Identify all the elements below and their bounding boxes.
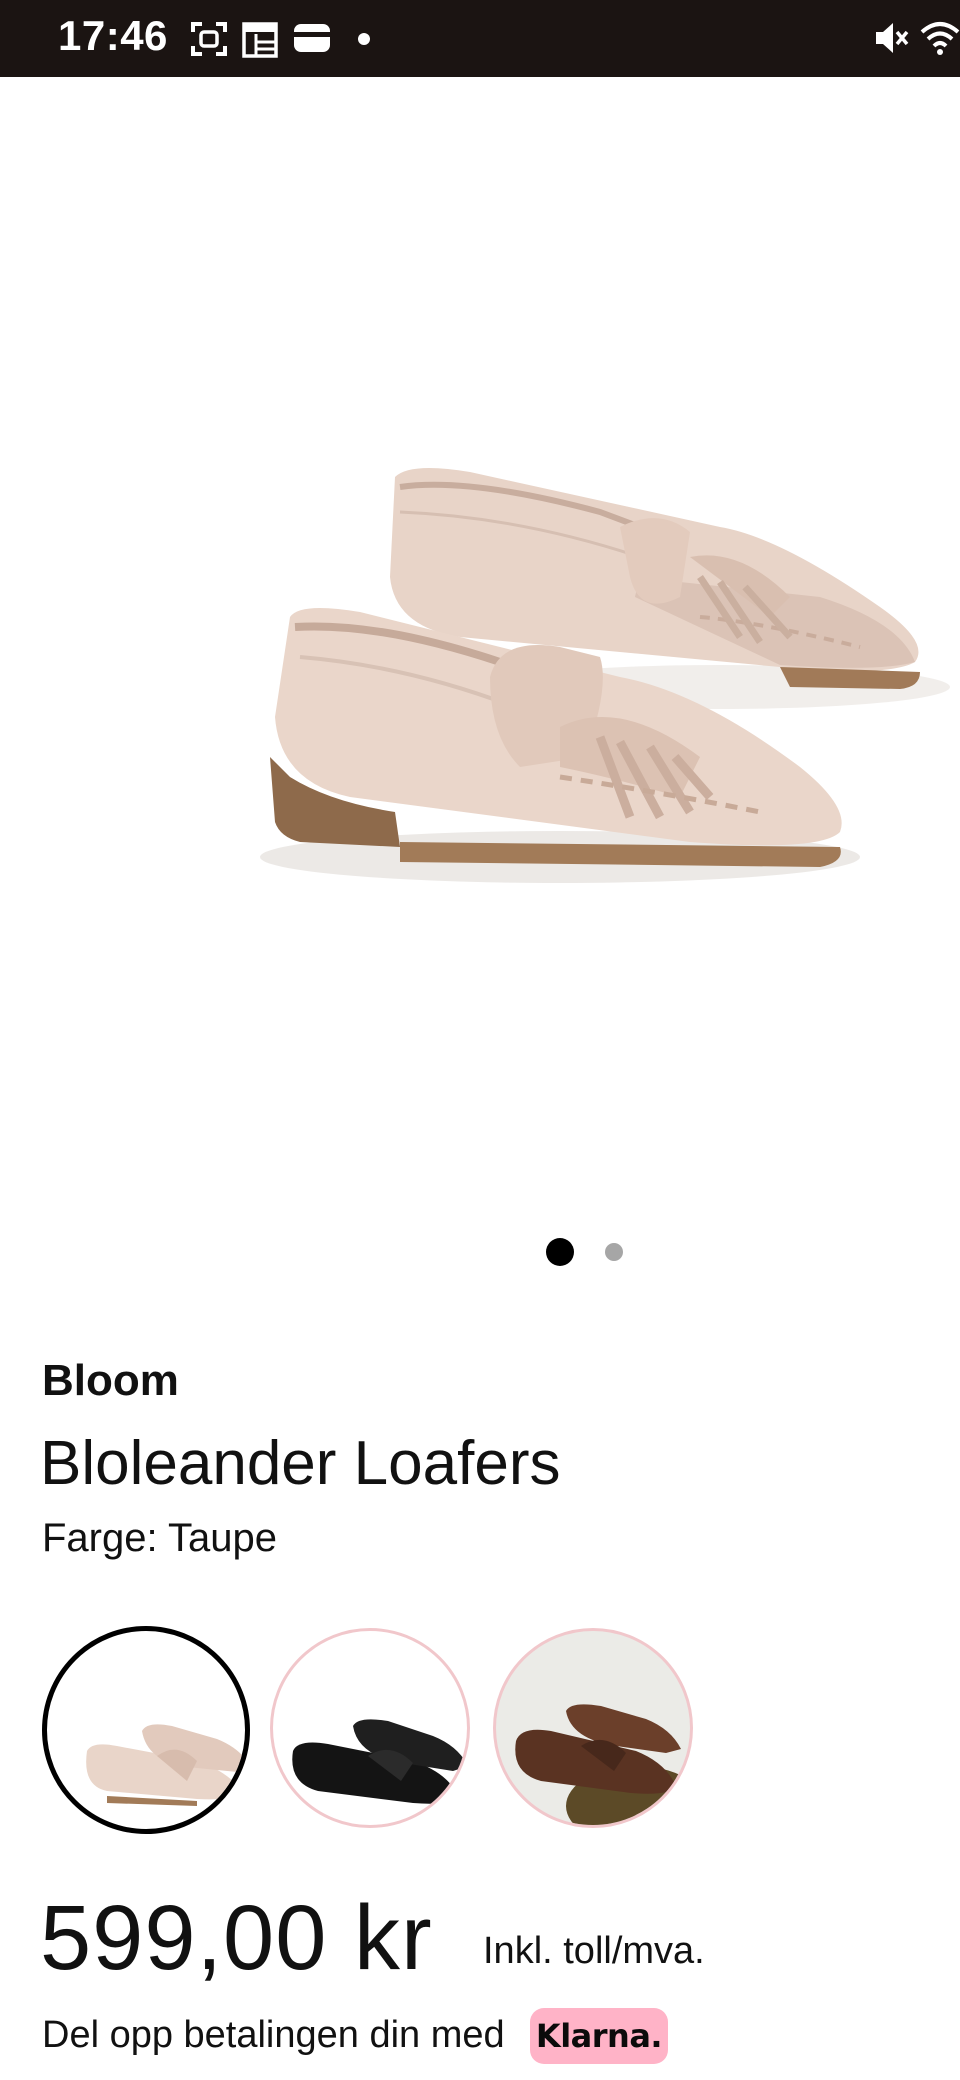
carousel-dot-active[interactable] (546, 1238, 574, 1266)
product-brand[interactable]: Bloom (42, 1356, 179, 1406)
variant-thumbnail (515, 1704, 690, 1825)
variant-swatch-brown[interactable] (493, 1628, 693, 1828)
variant-swatch-taupe[interactable] (42, 1626, 250, 1834)
price-tax-note: Inkl. toll/mva. (483, 1930, 705, 1972)
wifi-icon (920, 22, 960, 55)
product-image (260, 468, 950, 883)
variant-swatch-black[interactable] (270, 1628, 470, 1828)
klarna-badge[interactable]: Klarna. (530, 2008, 668, 2064)
product-image-carousel[interactable] (0, 77, 960, 1217)
carousel-indicator (0, 1238, 960, 1266)
status-time: 17:46 (58, 12, 168, 59)
wallet-icon (294, 24, 330, 52)
status-bar: 17:46 (0, 0, 960, 77)
color-value: Taupe (168, 1516, 277, 1560)
notification-dot (358, 33, 370, 45)
installment-text: Del opp betalingen din med (42, 2014, 505, 2056)
product-title: Bloleander Loafers (40, 1429, 561, 1498)
screenshot-icon (191, 22, 227, 56)
mute-icon (876, 23, 909, 53)
product-price: 599,00 kr (40, 1887, 433, 1989)
variant-thumbnail (86, 1724, 245, 1806)
carousel-dot[interactable] (605, 1243, 623, 1261)
variant-thumbnail (292, 1719, 467, 1804)
color-label: Farge: (42, 1516, 158, 1560)
product-color: Farge: Taupe (42, 1516, 277, 1561)
calendar-icon (242, 22, 278, 58)
